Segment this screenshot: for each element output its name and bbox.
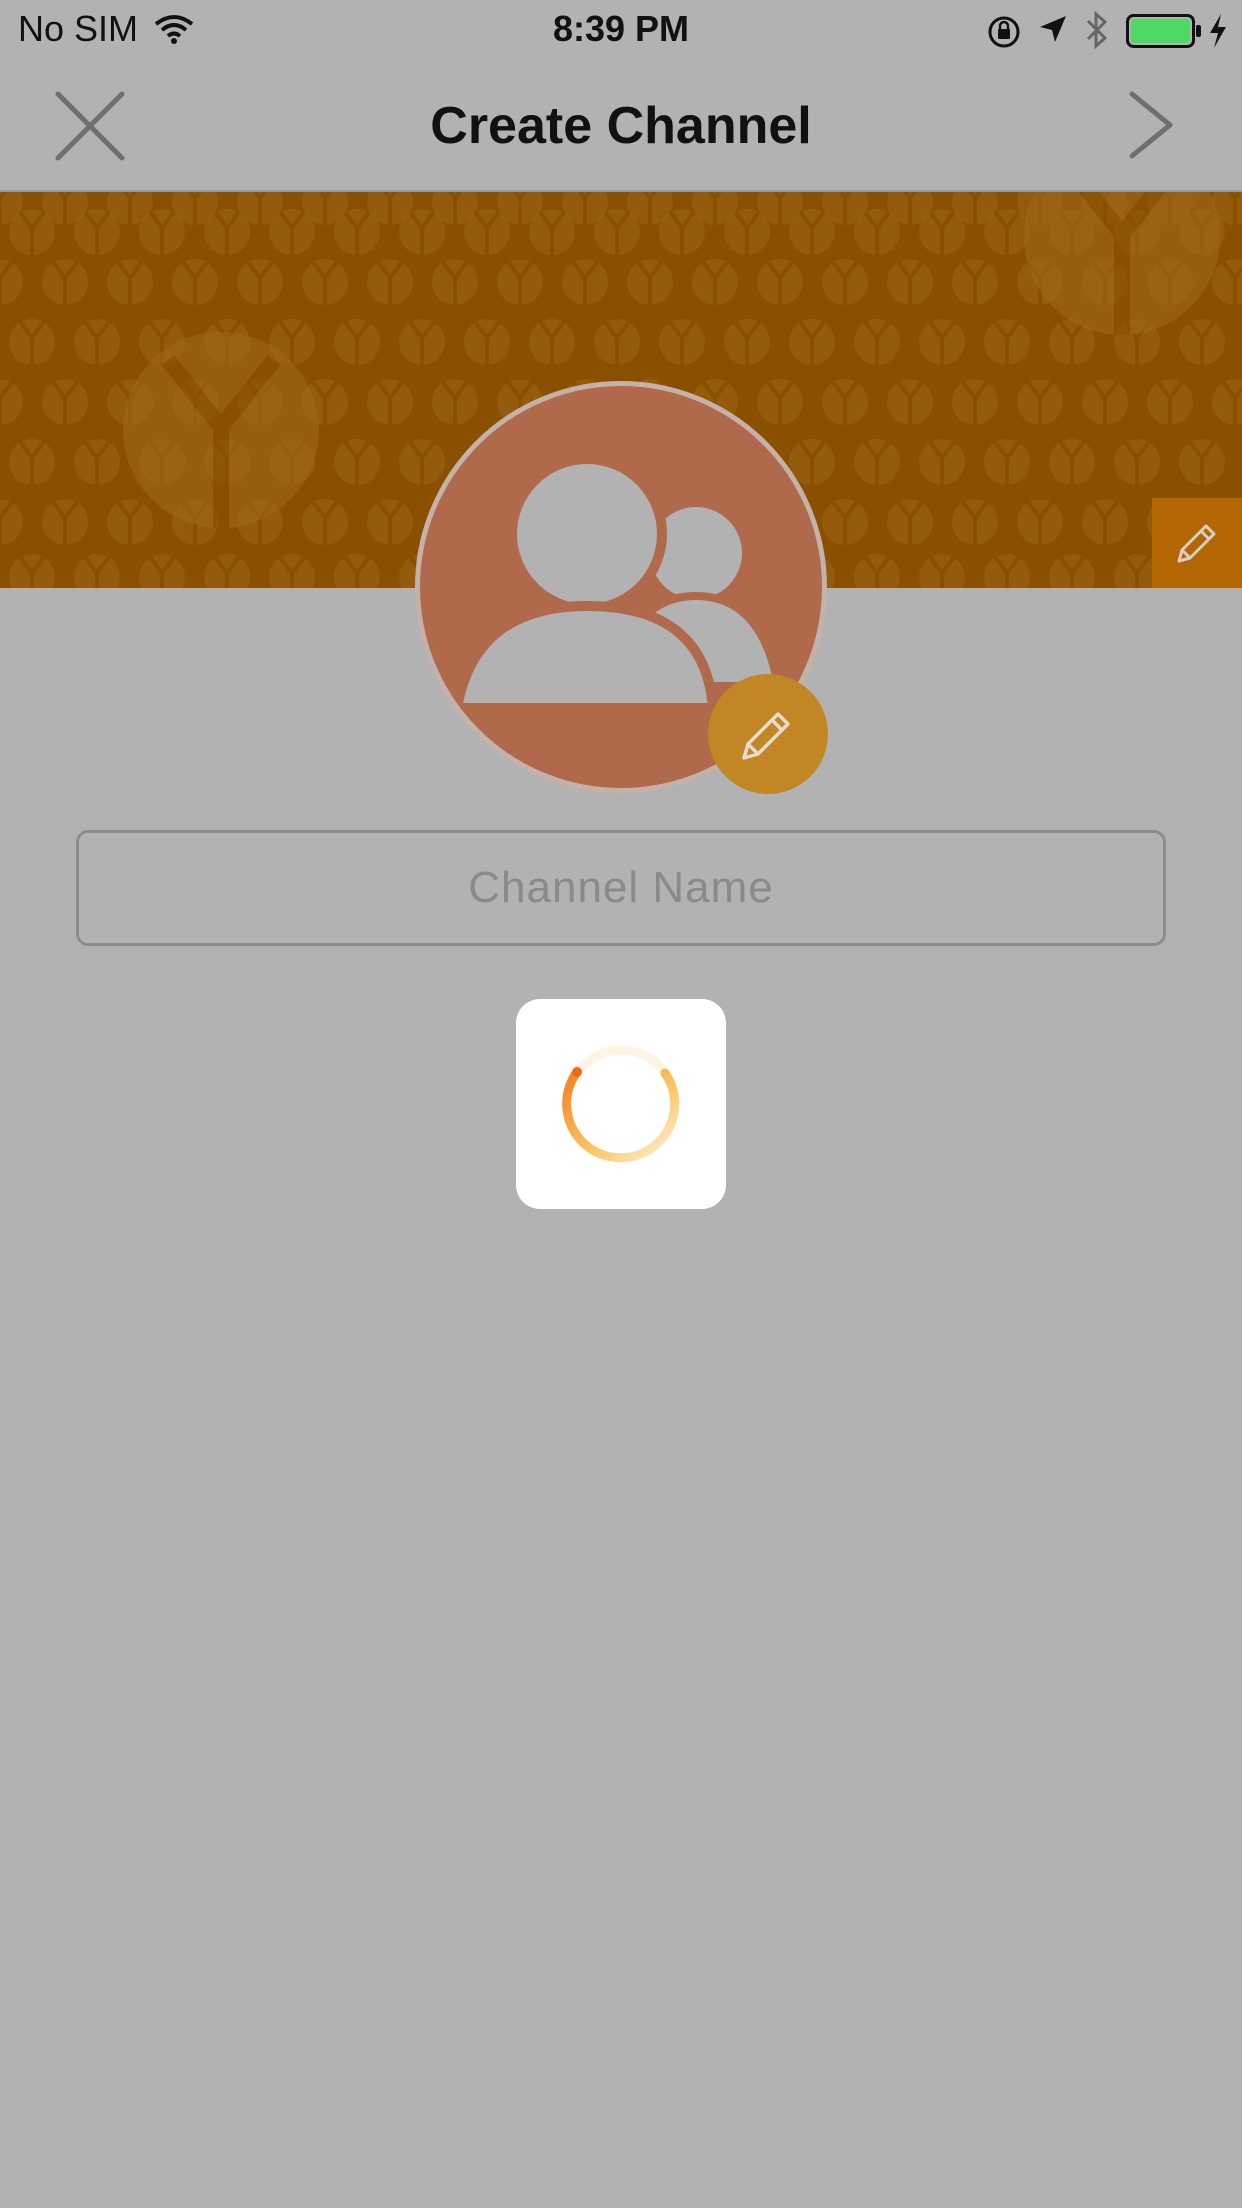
orientation-lock-icon — [988, 16, 1020, 48]
page-title: Create Channel — [430, 97, 812, 155]
chevron-right-icon — [1129, 91, 1173, 159]
charging-icon — [1210, 14, 1226, 48]
status-bar: No SIM 8:39 PM — [0, 0, 1242, 60]
nav-bar: Create Channel — [0, 60, 1242, 192]
edit-cover-button[interactable] — [1152, 498, 1242, 588]
loading-indicator — [516, 999, 726, 1209]
next-button[interactable] — [1124, 90, 1180, 160]
battery-icon — [1126, 14, 1201, 48]
pencil-icon — [742, 712, 790, 760]
edit-avatar-button[interactable] — [708, 674, 828, 794]
spinner-icon — [562, 1045, 680, 1163]
location-icon — [1040, 16, 1066, 42]
channel-name-input[interactable] — [76, 830, 1166, 946]
bluetooth-icon — [1086, 10, 1108, 50]
pencil-icon — [1177, 524, 1216, 563]
